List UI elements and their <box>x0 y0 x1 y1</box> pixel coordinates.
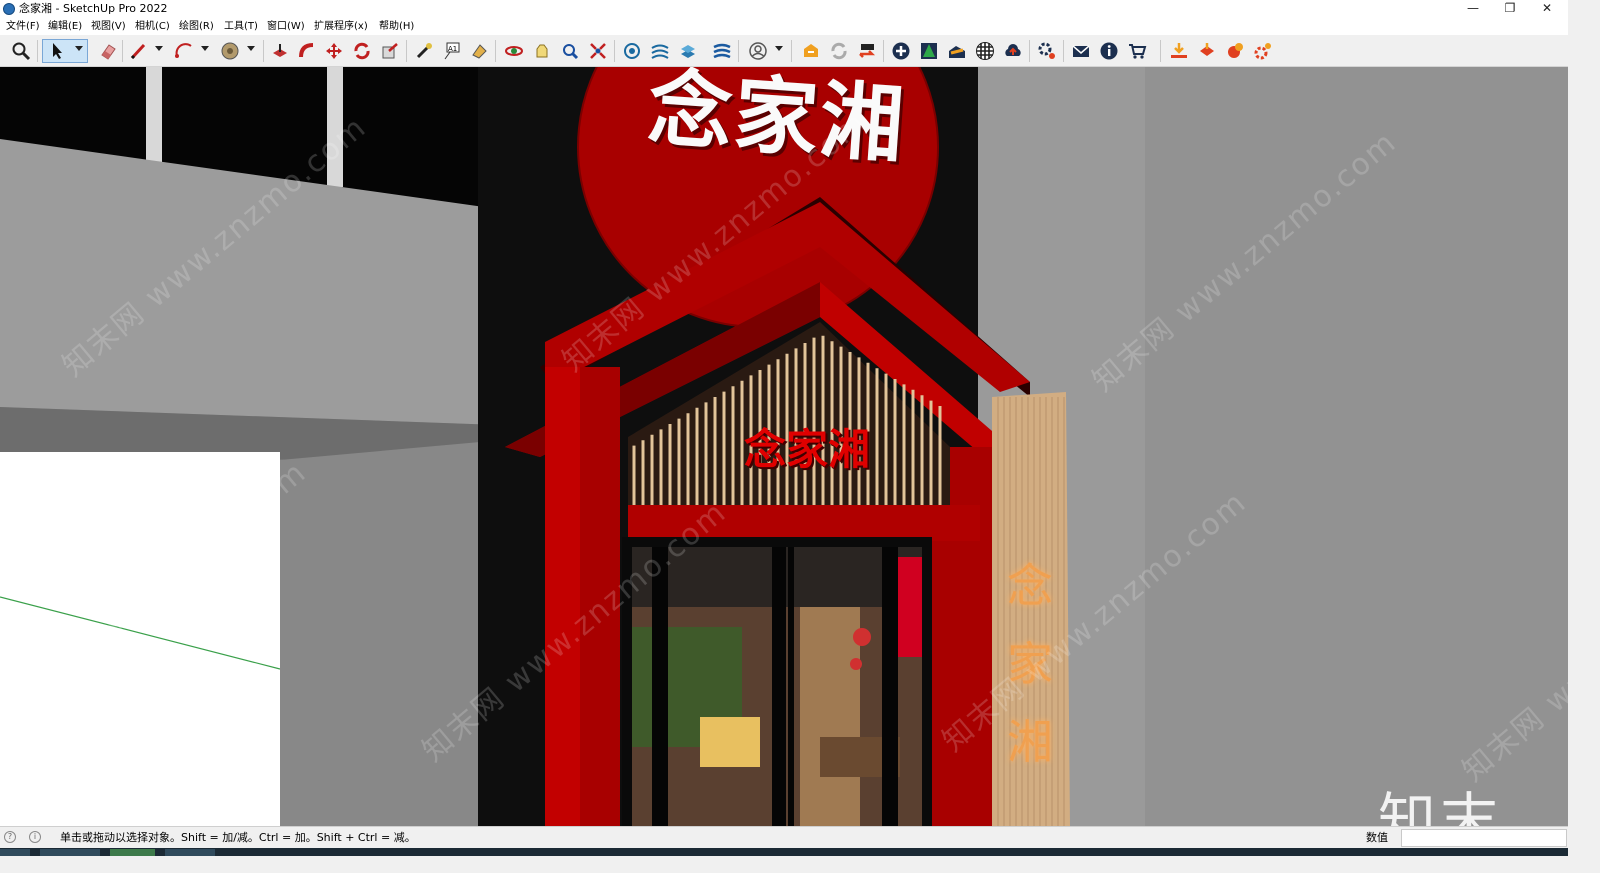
door-sign-text: 念家湘 <box>744 425 871 474</box>
menu-tools[interactable]: 工具(T) <box>224 18 258 35</box>
arc-icon[interactable] <box>172 39 196 63</box>
svg-text:A1: A1 <box>448 45 457 53</box>
menu-file[interactable]: 文件(F) <box>6 18 40 35</box>
zoom-window-icon[interactable] <box>558 39 582 63</box>
orbit-icon[interactable] <box>502 39 526 63</box>
paint-dropdown-icon[interactable] <box>247 46 255 51</box>
taskbar-button[interactable] <box>110 849 155 856</box>
user-dropdown-icon[interactable] <box>775 46 783 51</box>
cloud-upload-icon[interactable] <box>1001 39 1025 63</box>
brand-logo: 知末 <box>1378 786 1503 826</box>
taskbar-button[interactable] <box>40 849 100 856</box>
cart-icon[interactable] <box>1125 39 1149 63</box>
layers-icon[interactable] <box>620 39 644 63</box>
select-arrow-icon[interactable] <box>42 39 88 63</box>
measurements-input[interactable] <box>1401 829 1567 847</box>
terrain-icon[interactable] <box>917 39 941 63</box>
rotate-icon[interactable] <box>350 39 374 63</box>
taskbar-button[interactable] <box>165 849 215 856</box>
status-bar: ? i 单击或拖动以选择对象。Shift = 加/减。Ctrl = 加。Shif… <box>0 826 1568 849</box>
title-bar: 念家湘 - SketchUp Pro 2022 — ❐ ✕ <box>0 0 1568 18</box>
menu-bar: 文件(F) 编辑(E) 视图(V) 相机(C) 绘图(R) 工具(T) 窗口(W… <box>0 18 1568 35</box>
zoom-magnifier-icon[interactable] <box>9 39 33 63</box>
menu-camera[interactable]: 相机(C) <box>135 18 170 35</box>
menu-help[interactable]: 帮助(H) <box>379 18 414 35</box>
taskbar-button[interactable] <box>0 849 30 856</box>
settings-gear-icon[interactable] <box>1035 39 1059 63</box>
restore-button[interactable]: ❐ <box>1492 0 1528 18</box>
menu-edit[interactable]: 编辑(E) <box>48 18 82 35</box>
pan-hand-icon[interactable] <box>530 39 554 63</box>
menu-draw[interactable]: 绘图(R) <box>179 18 214 35</box>
status-text: 单击或拖动以选择对象。Shift = 加/减。Ctrl = 加。Shift + … <box>60 831 416 844</box>
minimize-button[interactable]: — <box>1455 0 1491 18</box>
credits-icon[interactable]: i <box>29 831 41 843</box>
menu-extensions[interactable]: 扩展程序(x) <box>314 18 368 35</box>
main-toolbar: A1 <box>0 35 1568 67</box>
mail-icon[interactable] <box>1069 39 1093 63</box>
move-icon[interactable] <box>322 39 346 63</box>
user-icon[interactable] <box>746 39 770 63</box>
push-pull-icon[interactable] <box>268 39 292 63</box>
taskbar <box>0 848 1568 856</box>
close-button[interactable]: ✕ <box>1529 0 1565 18</box>
import-icon[interactable] <box>1167 39 1191 63</box>
paint-bucket-icon[interactable] <box>218 39 242 63</box>
section-icon[interactable] <box>676 39 700 63</box>
zoom-extents-icon[interactable] <box>586 39 610 63</box>
measurements-label: 数值 <box>1366 831 1388 844</box>
line-dropdown-icon[interactable] <box>155 46 163 51</box>
plugin-gear-icon[interactable] <box>1251 39 1275 63</box>
side-sign-char: 湘 <box>1007 715 1053 770</box>
text-label-icon[interactable]: A1 <box>440 39 464 63</box>
render-icon[interactable] <box>1223 39 1247 63</box>
menu-window[interactable]: 窗口(W) <box>267 18 305 35</box>
fog-icon[interactable] <box>710 39 734 63</box>
arc-dropdown-icon[interactable] <box>201 46 209 51</box>
sketchup-app-icon <box>3 3 15 15</box>
geo-location-icon[interactable]: ? <box>4 831 16 843</box>
left-pillar <box>280 442 480 826</box>
photo-textures-icon[interactable] <box>945 39 969 63</box>
extension-warehouse-icon[interactable] <box>799 39 823 63</box>
eraser-icon[interactable] <box>96 39 120 63</box>
info-icon[interactable] <box>1097 39 1121 63</box>
tape-measure-icon[interactable] <box>412 39 436 63</box>
follow-me-icon[interactable] <box>295 39 319 63</box>
outliner-icon[interactable] <box>648 39 672 63</box>
scene-icon[interactable] <box>855 39 879 63</box>
model-viewport[interactable]: 念家湘 念家湘 念 家 湘 知末网 www.znzmo.com 知末网 www.… <box>0 67 1568 826</box>
menu-view[interactable]: 视图(V) <box>91 18 126 35</box>
refresh-icon[interactable] <box>827 39 851 63</box>
pencil-icon[interactable] <box>126 39 150 63</box>
export-icon[interactable] <box>1195 39 1219 63</box>
scale-icon[interactable] <box>378 39 402 63</box>
sandbox-icon[interactable] <box>973 39 997 63</box>
window-title: 念家湘 - SketchUp Pro 2022 <box>19 2 168 15</box>
side-sign-char: 念 <box>1007 559 1053 613</box>
select-dropdown-icon[interactable] <box>75 46 83 51</box>
add-location-icon[interactable] <box>889 39 913 63</box>
paint-icon[interactable] <box>467 39 491 63</box>
